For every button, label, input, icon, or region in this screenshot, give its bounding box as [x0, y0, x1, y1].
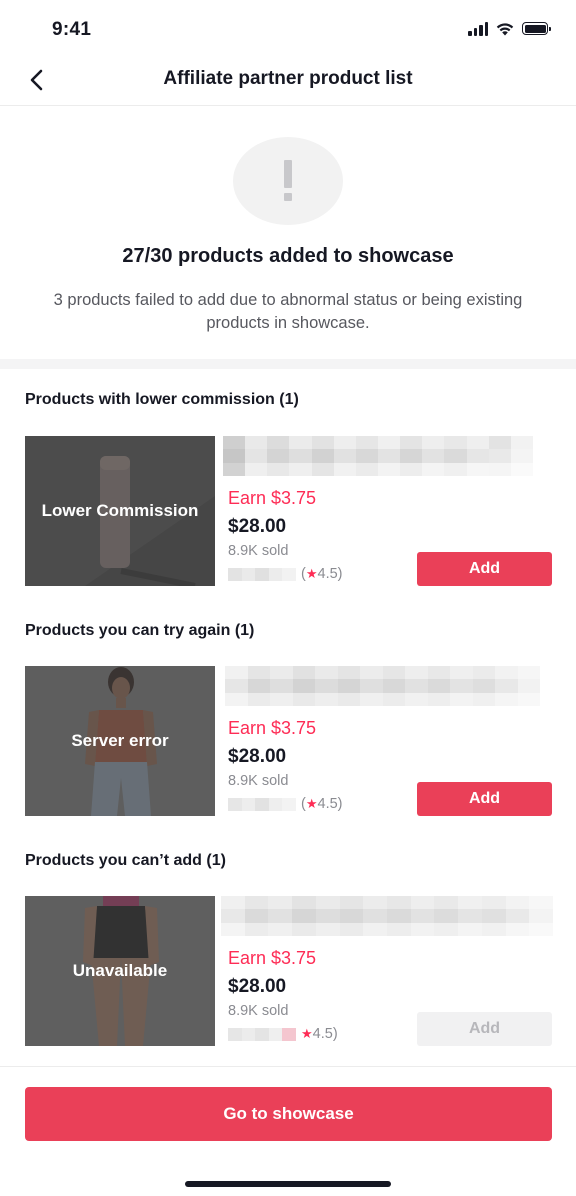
earn-commission: Earn $3.75: [228, 718, 317, 738]
product-status-label: Server error: [71, 731, 169, 750]
sold-count: 8.9K sold: [228, 1003, 289, 1019]
page-title: Affiliate partner product list: [163, 68, 413, 89]
section-divider: [0, 359, 576, 369]
earn-commission: Earn $3.75: [228, 948, 317, 968]
product-card[interactable]: Unavailable Earn $3.75 $28.00 8.9K sold …: [25, 896, 553, 1046]
product-price: $28.00: [228, 746, 287, 767]
section-title-lower-commission: Products with lower commission (1): [25, 391, 299, 408]
product-name-blurred: [225, 666, 540, 706]
product-thumbnail: Lower Commission: [25, 436, 215, 586]
battery-icon: [522, 22, 551, 35]
sold-count: 8.9K sold: [228, 543, 289, 559]
product-card[interactable]: Lower Commission Earn $3.75 $28.00 8.9K …: [25, 436, 553, 586]
alert-circle: [233, 137, 343, 225]
product-rating: (★4.5): [301, 796, 343, 812]
shop-name-blurred: [228, 1028, 296, 1041]
add-button-disabled: Add: [417, 1012, 552, 1046]
star-icon: ★: [305, 796, 318, 811]
product-rating: (★4.5): [301, 566, 343, 582]
section-title-try-again: Products you can try again (1): [25, 622, 255, 639]
product-price: $28.00: [228, 516, 287, 537]
product-status-label: Lower Commission: [41, 501, 199, 520]
product-thumbnail: Server error: [25, 666, 215, 816]
product-price: $28.00: [228, 976, 287, 997]
cellular-signal-icon: [468, 21, 488, 36]
add-button[interactable]: Add: [417, 552, 552, 586]
section-title-cannot-add: Products you can’t add (1): [25, 852, 226, 869]
sold-count: 8.9K sold: [228, 773, 289, 789]
star-icon: ★: [301, 1026, 313, 1041]
shop-name-blurred: [228, 568, 296, 581]
go-to-showcase-button[interactable]: Go to showcase: [25, 1087, 552, 1141]
product-rating: ★4.5): [301, 1026, 338, 1042]
product-name-blurred: [223, 436, 533, 476]
wifi-icon: [496, 23, 514, 36]
status-time: 9:41: [52, 19, 92, 40]
status-bar: 9:41: [0, 0, 576, 62]
exclamation-icon: [284, 160, 292, 201]
earn-commission: Earn $3.75: [228, 488, 317, 508]
shop-name-blurred: [228, 798, 296, 811]
product-name-blurred: [221, 896, 553, 936]
result-summary: 27/30 products added to showcase 3 produ…: [0, 107, 576, 359]
nav-bar: Affiliate partner product list: [0, 54, 576, 106]
product-status-label: Unavailable: [72, 961, 168, 980]
add-button[interactable]: Add: [417, 782, 552, 816]
summary-title: 27/30 products added to showcase: [122, 245, 454, 267]
summary-description: 3 products failed to add due to abnormal…: [53, 291, 523, 332]
product-thumbnail: Unavailable: [25, 896, 215, 1046]
status-icons: [468, 21, 551, 36]
footer: Go to showcase: [0, 1066, 576, 1196]
product-card[interactable]: Server error Earn $3.75 $28.00 8.9K sold…: [25, 666, 553, 816]
home-indicator[interactable]: [185, 1181, 391, 1187]
star-icon: ★: [305, 566, 318, 581]
